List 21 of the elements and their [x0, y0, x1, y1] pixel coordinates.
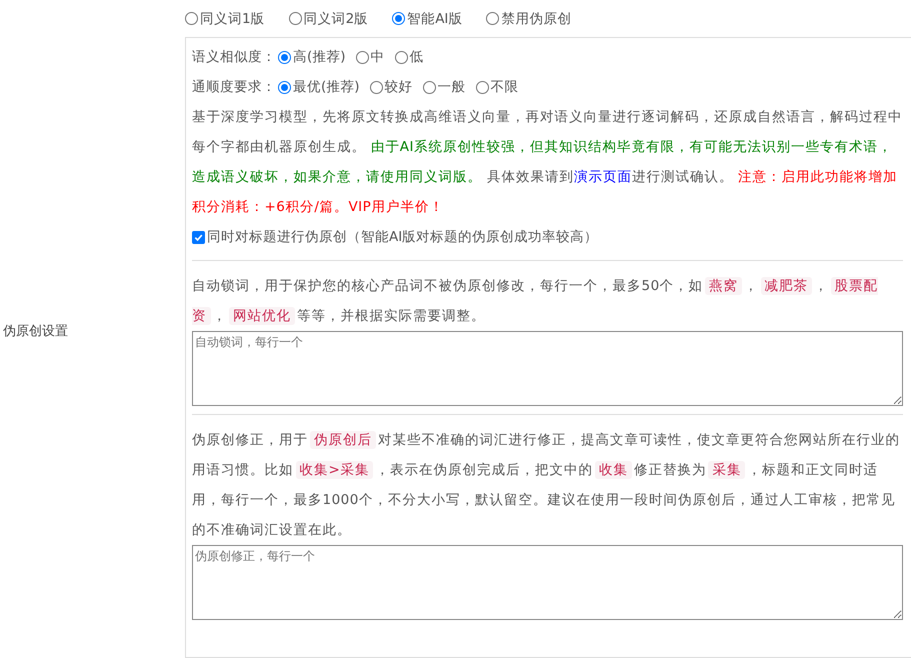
- fluency-radio[interactable]: 一般: [422, 78, 466, 96]
- fluency-radio[interactable]: 较好: [370, 78, 413, 96]
- mode-radio[interactable]: 智能AI版: [392, 10, 462, 28]
- similarity-radio[interactable]: 高(推荐): [278, 48, 346, 66]
- similarity-label: 语义相似度：: [192, 48, 276, 66]
- description-text: 基于深度学习模型，先将原文转换成高维语义向量，再对语义向量进行逐词解码，还原成自然语言，解码过程中每个字都由机器原创生成。 由于AI系统原创性较强，但其知识结构毕竟有限，有可能无法识别一些专有术语，造成语义破坏，如果介意，请使用同义词版。 具体效果请到演示页面进行测试确认。 注意：启用此功能将增加积分消耗：+6积分/篇。VIP用户半价！: [192, 108, 903, 217]
- similarity-radio[interactable]: 低: [394, 48, 424, 66]
- title-checkbox[interactable]: 同时对标题进行伪原创（智能AI版对标题的伪原创成功率较高）: [192, 222, 903, 252]
- correction-field[interactable]: 伪原创修正，每行一个: [192, 545, 903, 620]
- fluency-label: 通顺度要求：: [192, 78, 276, 96]
- fluency-radio[interactable]: 不限: [476, 78, 519, 96]
- lock-words-text: 自动锁词，用于保护您的核心产品词不被伪原创修改，每行一个，最多50个，如 燕窝 ， 减肥茶 ， 股票配资 ， 网站优化 等等，并根据实际需要调整。: [192, 276, 880, 327]
- lock-words-field[interactable]: 自动锁词，每行一个: [192, 331, 903, 406]
- fluency-radio[interactable]: 最优(推荐): [278, 78, 360, 96]
- similarity-radio[interactable]: 中: [356, 48, 385, 66]
- correction-text: 伪原创修正，用于 伪原创后 对某些不准确的词汇进行修正，提高文章可读性，使文章更符合您网站所在行业的用语习惯。比如 收集>采集 ，表示在伪原创完成后，把文中的 收集 修正替换为 采集 ，标题和正文同时适用，每行一个，最多1000个，不分大小写，默认留空。建议在使用一段时间伪原创后，通过人工审核，把常见的不准确词汇设置在此。: [192, 430, 901, 540]
- mode-radio[interactable]: 同义词2版: [288, 10, 368, 28]
- mode-radio[interactable]: 同义词1版: [185, 10, 265, 28]
- demo-page-link[interactable]: 演示页面: [574, 169, 632, 185]
- mode-radio[interactable]: 禁用伪原创: [486, 10, 572, 28]
- settings-label: 伪原创设置: [2, 323, 68, 340]
